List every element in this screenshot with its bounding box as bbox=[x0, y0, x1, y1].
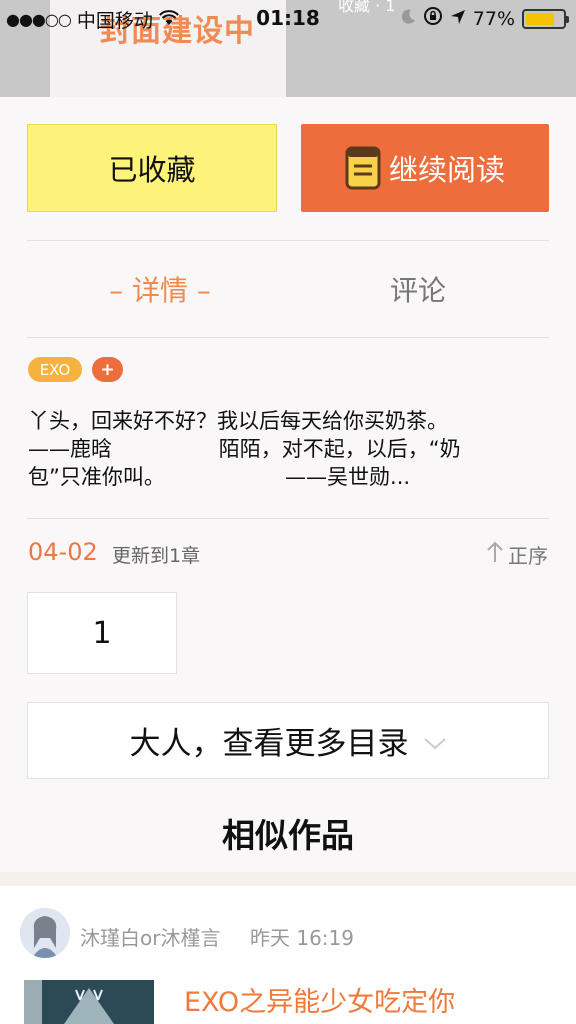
lock-rotation-icon bbox=[423, 6, 443, 31]
continue-reading-button[interactable]: 继续阅读 bbox=[301, 124, 549, 212]
sort-order-toggle[interactable]: 正序 bbox=[486, 540, 548, 569]
sort-order-label: 正序 bbox=[508, 544, 548, 568]
location-arrow-icon bbox=[450, 8, 466, 30]
book-icon bbox=[345, 146, 381, 190]
section-separator bbox=[0, 872, 576, 886]
arrow-up-icon bbox=[486, 541, 504, 568]
update-date: 04-02 bbox=[28, 538, 98, 566]
divider bbox=[27, 240, 549, 241]
update-status: 更新到1章 bbox=[112, 545, 201, 567]
synopsis-line: ——鹿晗 陌陌，对不起，以后，“奶 bbox=[28, 437, 461, 461]
post-time: 昨天 16:19 bbox=[250, 926, 354, 950]
book-detail-panel: 已收藏 继续阅读 – 详情 – 评论 EXO + 丫头，回来好不好？我以后每天给… bbox=[0, 97, 576, 875]
similar-work-title[interactable]: EXO之异能少女吃定你 bbox=[184, 980, 455, 1019]
tag-exo[interactable]: EXO bbox=[28, 357, 82, 382]
divider bbox=[27, 337, 549, 338]
chevron-down-icon bbox=[423, 723, 447, 759]
chapter-item[interactable]: 1 bbox=[27, 592, 177, 674]
work-cover-thumbnail[interactable] bbox=[24, 980, 154, 1024]
add-tag-button[interactable]: + bbox=[92, 357, 123, 382]
view-more-catalog-button[interactable]: 大人，查看更多目录 bbox=[27, 702, 549, 779]
battery-percent: 77% bbox=[472, 7, 515, 30]
synopsis-line: 丫头，回来好不好？我以后每天给你买奶茶。 bbox=[28, 409, 448, 433]
continue-reading-label: 继续阅读 bbox=[388, 153, 505, 187]
battery-icon bbox=[522, 8, 569, 29]
moon-icon bbox=[400, 8, 416, 30]
avatar[interactable] bbox=[20, 908, 70, 958]
status-bar: ●●●○○ 中国移动 01:18 77% bbox=[0, 0, 576, 38]
tab-comments[interactable]: 评论 bbox=[328, 269, 508, 309]
author-name[interactable]: 沐瑾白or沐槿言 bbox=[80, 922, 220, 951]
collected-button[interactable]: 已收藏 bbox=[27, 124, 277, 212]
tab-detail[interactable]: – 详情 – bbox=[70, 269, 250, 309]
synopsis-text[interactable]: 丫头，回来好不好？我以后每天给你买奶茶。 ——鹿晗 陌陌，对不起，以后，“奶 包… bbox=[28, 407, 548, 491]
similar-works-heading: 相似作品 bbox=[222, 816, 354, 855]
view-more-catalog-label: 大人，查看更多目录 bbox=[129, 726, 409, 762]
feed-item[interactable]: 沐瑾白or沐槿言 昨天 16:19 EXO之异能少女吃定你 bbox=[0, 886, 576, 1024]
divider bbox=[27, 518, 549, 519]
synopsis-line: 包”只准你叫。 ——吴世勋... bbox=[28, 465, 411, 489]
